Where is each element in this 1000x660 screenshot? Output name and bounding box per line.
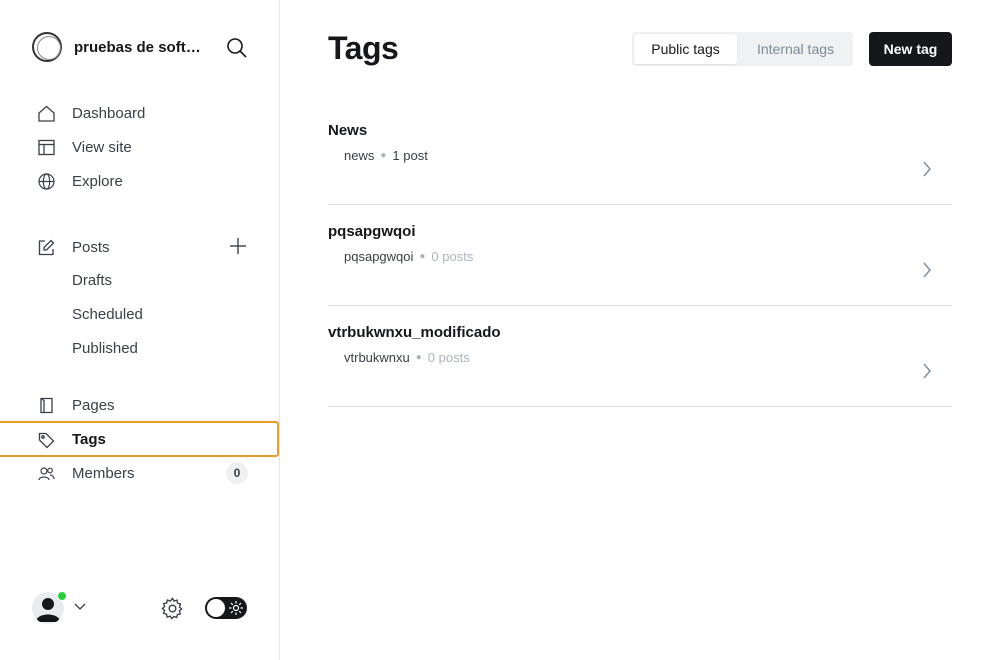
globe-icon (38, 173, 55, 190)
tag-post-count[interactable]: 1 post (392, 148, 427, 163)
home-icon (38, 105, 55, 122)
tag-meta: pqsapgwqoi ● 0 posts (344, 249, 473, 264)
search-icon[interactable] (226, 37, 248, 59)
page-title: Tags (328, 30, 399, 66)
nav-view-site[interactable]: View site (0, 130, 279, 164)
nav-published[interactable]: Published (72, 340, 138, 357)
tag-list-item[interactable]: vtrbukwnxu_modificado vtrbukwnxu ● 0 pos… (328, 306, 952, 407)
nav-posts-label: Posts (72, 238, 110, 256)
tag-post-count: 0 posts (431, 249, 474, 264)
site-logo (32, 32, 62, 62)
nav-explore[interactable]: Explore (0, 164, 279, 198)
tab-public-tags[interactable]: Public tags (634, 34, 737, 64)
nav-tags-label: Tags (72, 430, 106, 448)
nav-dashboard-label: Dashboard (72, 104, 146, 122)
tag-type-switcher: Public tags Internal tags (632, 32, 853, 66)
site-brand[interactable]: pruebas de software (32, 32, 204, 62)
tag-slug: pqsapgwqoi (344, 249, 414, 264)
gear-icon[interactable] (161, 597, 184, 620)
tag-icon (38, 432, 55, 449)
theme-toggle-knob (207, 599, 225, 617)
tag-slug: vtrbukwnxu (344, 350, 410, 365)
chevron-down-icon[interactable] (73, 602, 87, 612)
online-status-dot (57, 591, 67, 601)
sidebar: pruebas de software Dashboard View site … (0, 0, 280, 660)
chevron-right-icon (923, 161, 931, 177)
separator-dot: ● (415, 352, 422, 363)
tag-list-item[interactable]: pqsapgwqoi pqsapgwqoi ● 0 posts (328, 205, 952, 306)
members-count-badge: 0 (226, 462, 248, 484)
nav-pages[interactable]: Pages (0, 388, 279, 422)
theme-toggle[interactable] (205, 597, 247, 619)
site-title: pruebas de software (74, 38, 204, 56)
nav-tags[interactable]: Tags (0, 421, 279, 457)
tag-post-count: 0 posts (427, 350, 470, 365)
nav-drafts[interactable]: Drafts (72, 272, 112, 289)
tag-name: pqsapgwqoi (328, 223, 416, 240)
view-site-icon (38, 139, 55, 156)
pages-icon (40, 397, 53, 414)
tag-meta: vtrbukwnxu ● 0 posts (344, 350, 470, 365)
edit-icon (38, 239, 55, 256)
chevron-right-icon (923, 262, 931, 278)
separator-dot: ● (419, 251, 426, 262)
tag-name: News (328, 122, 368, 139)
tab-internal-tags[interactable]: Internal tags (740, 34, 851, 64)
chevron-right-icon (923, 363, 931, 379)
nav-dashboard[interactable]: Dashboard (0, 96, 279, 130)
sun-icon (229, 601, 243, 615)
tag-slug: news (344, 148, 375, 163)
tag-name: vtrbukwnxu_modificado (328, 324, 501, 341)
nav-explore-label: Explore (72, 172, 123, 190)
nav-pages-label: Pages (72, 396, 115, 414)
new-tag-button[interactable]: New tag (869, 32, 952, 66)
nav-view-site-label: View site (72, 138, 132, 156)
tag-meta: news ● 1 post (344, 148, 428, 163)
separator-dot: ● (380, 150, 387, 161)
tag-list-item[interactable]: News news ● 1 post (328, 104, 952, 205)
members-icon (38, 467, 55, 481)
nav-members-label: Members (72, 464, 135, 482)
plus-icon[interactable] (228, 236, 248, 256)
nav-scheduled[interactable]: Scheduled (72, 306, 143, 323)
